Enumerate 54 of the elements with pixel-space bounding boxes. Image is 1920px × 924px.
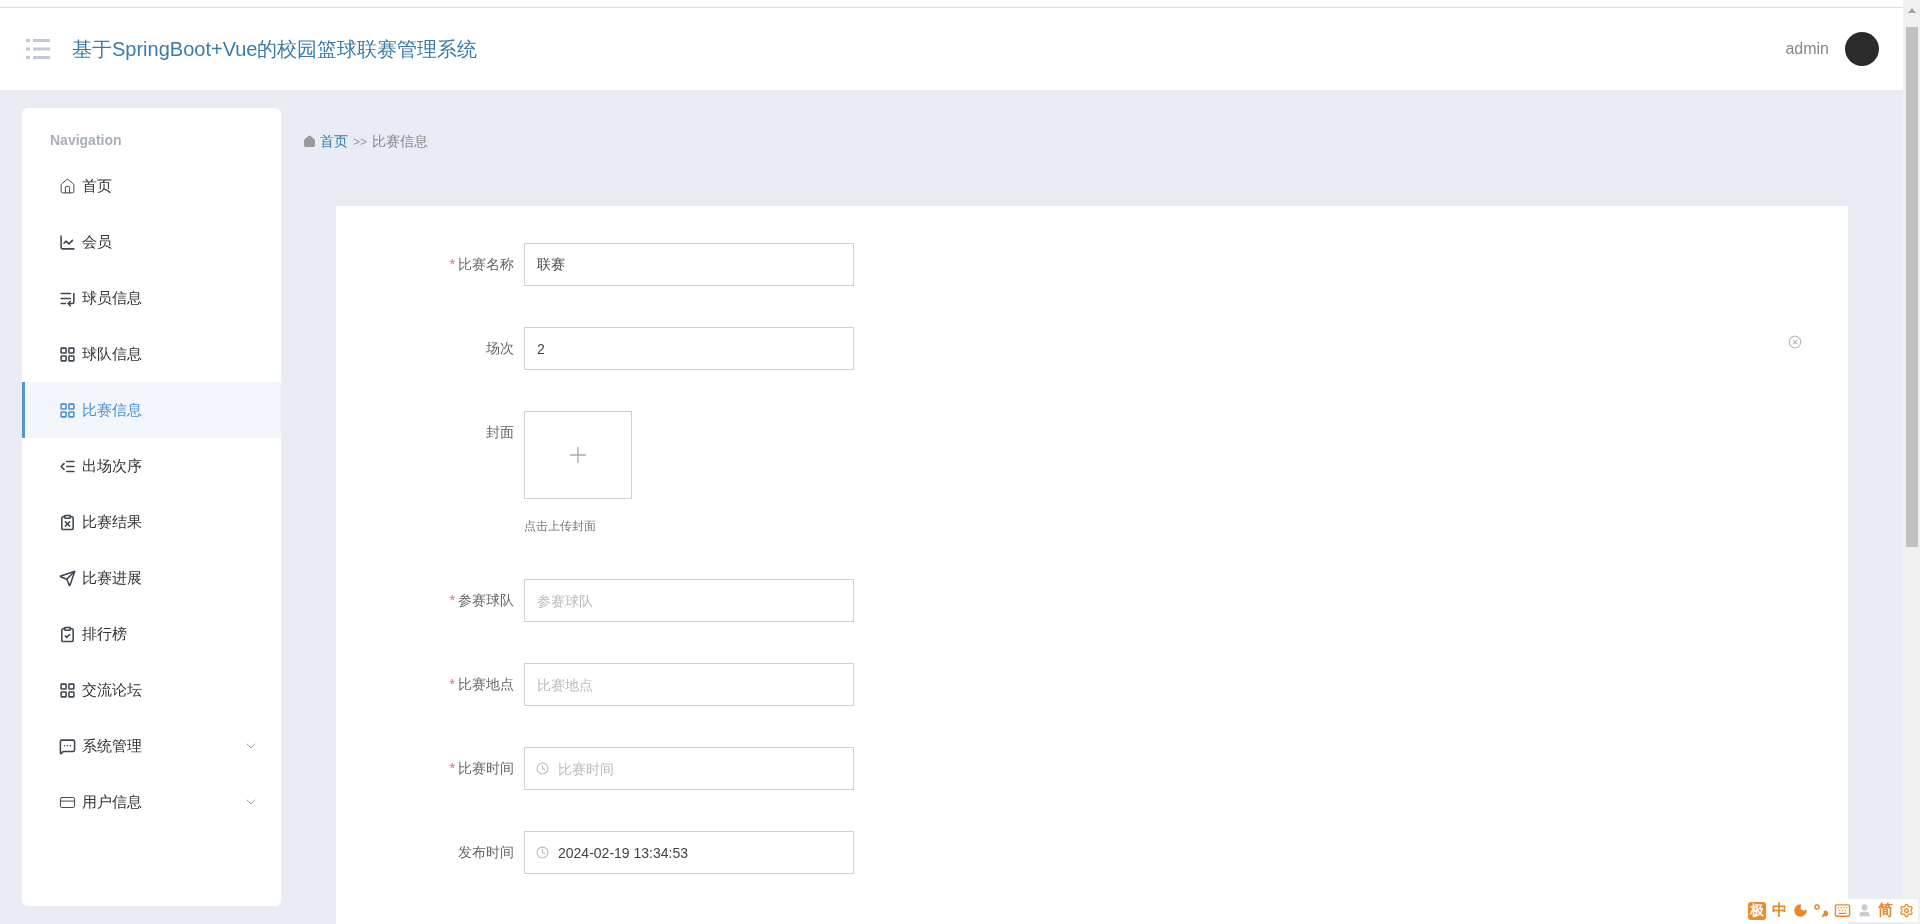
breadcrumb-home-link[interactable]: 首页	[303, 132, 348, 151]
clock-icon	[536, 762, 549, 775]
user-icon[interactable]	[1857, 903, 1872, 918]
settings-icon[interactable]	[1899, 903, 1914, 918]
menu-icon[interactable]	[26, 38, 50, 60]
home-icon	[303, 135, 316, 148]
nav-item[interactable]: 比赛进展	[22, 550, 281, 606]
nav-icon	[59, 569, 76, 587]
punctuation-icon[interactable]	[1814, 903, 1828, 918]
scrollbar[interactable]	[1903, 0, 1920, 924]
user-name[interactable]: admin	[1785, 40, 1829, 58]
nav-item[interactable]: 球员信息	[22, 270, 281, 326]
nav-item[interactable]: 首页	[22, 158, 281, 214]
field-label: 封面	[485, 423, 515, 442]
input-field[interactable]: 参赛球队	[524, 579, 854, 622]
clock-icon	[536, 846, 549, 859]
keyboard-icon[interactable]	[1834, 902, 1851, 919]
input-field[interactable]: 2	[524, 327, 854, 370]
nav-icon	[59, 513, 76, 531]
scroll-up-arrow-icon[interactable]	[1907, 8, 1916, 13]
nav-icon	[59, 177, 76, 195]
nav-icon	[59, 345, 76, 363]
nav-heading: Navigation	[50, 132, 123, 148]
nav-item[interactable]: 比赛结果	[22, 494, 281, 550]
field-label: * 比赛时间	[448, 759, 515, 778]
field-label: * 比赛名称	[448, 255, 515, 274]
moon-icon[interactable]	[1793, 903, 1808, 918]
date-time-field[interactable]: 比赛时间	[524, 747, 854, 790]
nav-item[interactable]: 交流论坛	[22, 662, 281, 718]
input-field[interactable]: 联赛	[524, 243, 854, 286]
nav-item[interactable]: 用户信息	[22, 774, 281, 830]
nav-item[interactable]: 会员	[22, 214, 281, 270]
nav-icon	[59, 233, 76, 251]
input-field[interactable]: 比赛地点	[524, 663, 854, 706]
nav-item[interactable]: 球队信息	[22, 326, 281, 382]
avatar[interactable]	[1845, 32, 1879, 66]
nav-item[interactable]: 系统管理	[22, 718, 281, 774]
field-label: * 比赛地点	[448, 675, 515, 694]
nav-item[interactable]: 排行榜	[22, 606, 281, 662]
nav-icon	[59, 737, 76, 755]
date-time-field[interactable]: 2024-02-19 13:34:53	[524, 831, 854, 874]
upload-box[interactable]	[524, 411, 632, 499]
nav-icon	[59, 401, 76, 419]
nav-item[interactable]: 出场次序	[22, 438, 281, 494]
field-label: 发布时间	[457, 843, 515, 862]
clear-icon[interactable]	[1788, 335, 1802, 349]
nav-icon	[59, 681, 76, 699]
field-label: 场次	[485, 339, 515, 358]
upload-hint: 点击上传封面	[524, 518, 597, 535]
app-title: 基于SpringBoot+Vue的校园篮球联赛管理系统	[72, 36, 478, 62]
nav-icon	[59, 625, 76, 643]
field-label: * 参赛球队	[448, 591, 515, 610]
breadcrumb-separator: >>	[353, 134, 367, 149]
breadcrumb-current: 比赛信息	[372, 132, 428, 151]
